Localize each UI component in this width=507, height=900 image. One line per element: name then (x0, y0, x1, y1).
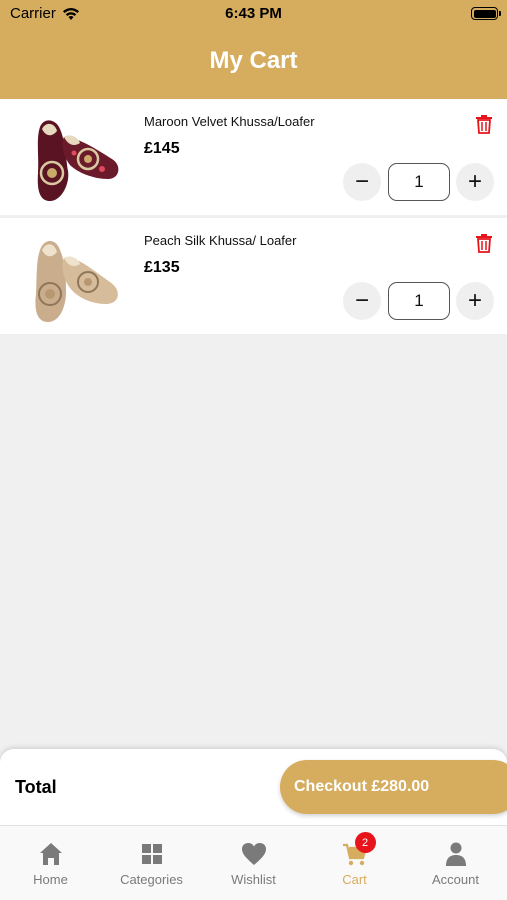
status-bar: Carrier 6:43 PM (0, 0, 507, 28)
item-price: £135 (144, 259, 180, 276)
tab-cart[interactable]: 2 Cart (304, 826, 405, 900)
status-time: 6:43 PM (225, 5, 282, 22)
product-image (37, 120, 119, 201)
decrease-quantity-button[interactable]: − (343, 163, 381, 201)
tab-bar: Home Categories Wishlist 2 Cart Account (0, 825, 507, 900)
checkout-button[interactable]: Checkout £280.00 (280, 760, 507, 814)
cart-item: Maroon Velvet Khussa/Loafer £145 − 1 + (0, 99, 507, 215)
item-price: £145 (144, 140, 180, 157)
tab-wishlist[interactable]: Wishlist (203, 826, 304, 900)
quantity-field[interactable]: 1 (388, 163, 450, 201)
tab-account[interactable]: Account (405, 826, 506, 900)
person-icon (445, 842, 466, 866)
cart-screen: Carrier 6:43 PM My Cart Maroon Velvet Kh… (0, 0, 507, 900)
home-icon (39, 843, 62, 865)
order-summary: Total Checkout £280.00 (0, 749, 507, 825)
cart-count-badge: 2 (354, 832, 376, 853)
tab-categories[interactable]: Categories (101, 826, 202, 900)
tab-label: Cart (342, 872, 367, 887)
cart-icon-wrap: 2 (341, 832, 376, 868)
total-label: Total (15, 777, 57, 797)
item-name: Peach Silk Khussa/ Loafer (144, 233, 297, 248)
cart-item: Peach Silk Khussa/ Loafer £135 − 1 + (0, 218, 507, 334)
quantity-field[interactable]: 1 (388, 282, 450, 320)
increase-quantity-button[interactable]: + (456, 282, 494, 320)
header-bar: Carrier 6:43 PM My Cart (0, 0, 507, 99)
item-name: Maroon Velvet Khussa/Loafer (144, 114, 315, 129)
increase-quantity-button[interactable]: + (456, 163, 494, 201)
trash-icon[interactable] (474, 233, 494, 253)
product-image (35, 241, 118, 322)
tab-home[interactable]: Home (0, 826, 101, 900)
tab-label: Account (432, 872, 479, 887)
tab-label: Wishlist (231, 872, 276, 887)
grid-icon (141, 844, 162, 864)
heart-icon (241, 843, 266, 865)
decrease-quantity-button[interactable]: − (343, 282, 381, 320)
battery-icon (471, 7, 501, 20)
tab-label: Categories (120, 872, 183, 887)
page-title: My Cart (209, 47, 298, 74)
trash-icon[interactable] (474, 114, 494, 134)
tab-label: Home (33, 872, 68, 887)
